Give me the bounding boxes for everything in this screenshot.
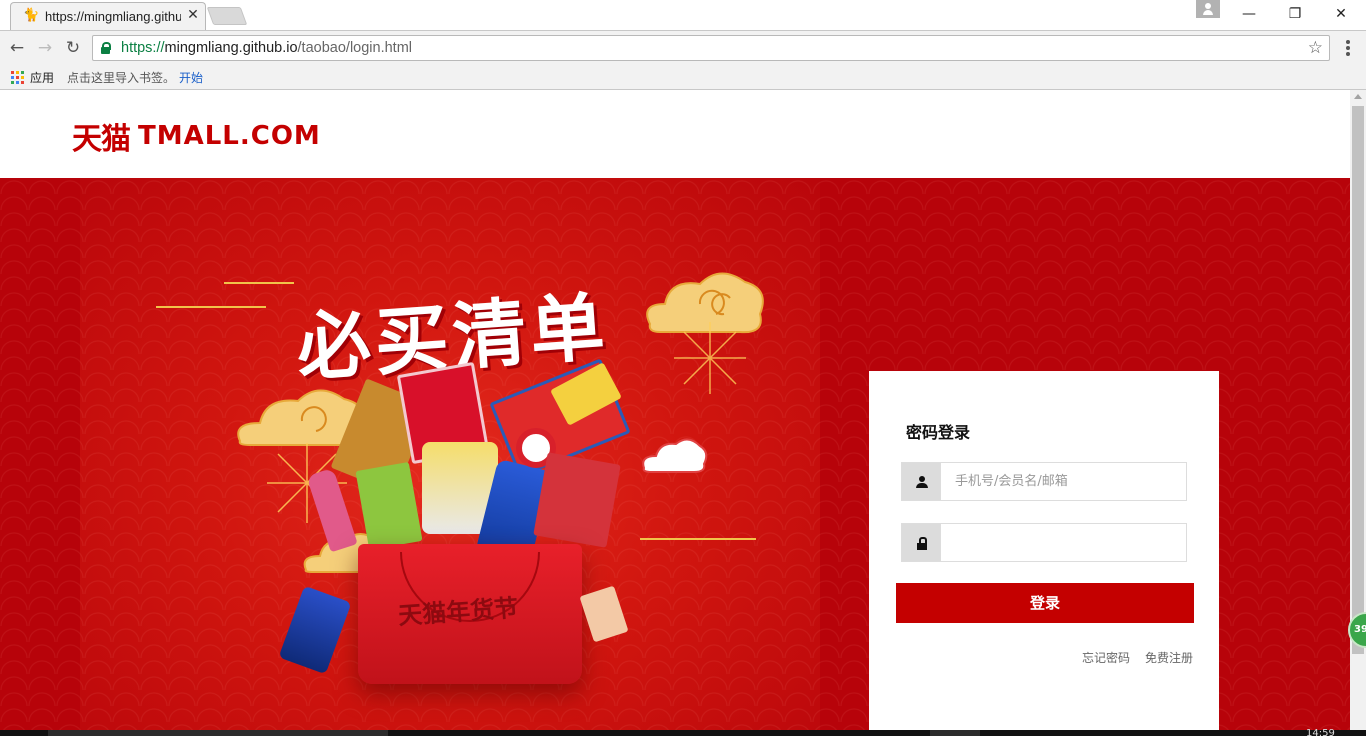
new-tab-button[interactable] — [206, 7, 248, 25]
browser-menu-icon[interactable] — [1338, 37, 1358, 59]
login-title: 密码登录 — [906, 423, 971, 442]
apps-grid-icon[interactable] — [11, 71, 24, 84]
product-box — [533, 452, 621, 548]
browser-toolbar: ← → ↻ https://mingmliang.github.io/taoba… — [0, 30, 1366, 64]
user-avatar-icon — [1203, 3, 1213, 15]
taskbar-item[interactable] — [48, 730, 388, 736]
forward-arrow-icon[interactable]: → — [34, 37, 56, 59]
url-text: https://mingmliang.github.io/taobao/logi… — [121, 40, 412, 56]
import-bookmarks-hint: 点击这里导入书签。 — [67, 71, 176, 85]
url-host: mingmliang.github.io — [164, 40, 298, 56]
start-import-link[interactable]: 开始 — [179, 69, 203, 86]
gold-ribbon-line — [640, 538, 756, 540]
password-input[interactable] — [941, 523, 1187, 562]
url-scheme: https:// — [121, 40, 165, 56]
tab-strip: 🐈 https://mingmliang.github.io/taobao/lo… — [0, 0, 1366, 30]
address-bar[interactable]: https://mingmliang.github.io/taobao/logi… — [92, 35, 1330, 61]
username-field — [901, 462, 1187, 501]
bookmarks-bar: 应用 点击这里导入书签。 开始 — [0, 64, 1366, 90]
site-header: 天猫 TMALL.COM — [0, 90, 1350, 178]
apps-label[interactable]: 应用 — [30, 69, 54, 86]
scroll-up-icon[interactable] — [1354, 94, 1362, 99]
promo-banner: 必买清单 天猫年货节 密码登录 登录 — [0, 178, 1350, 730]
logo-english: TMALL.COM — [138, 121, 321, 151]
login-button[interactable]: 登录 — [896, 583, 1194, 623]
browser-tab[interactable]: 🐈 https://mingmliang.github.io/taobao/lo… — [10, 2, 206, 30]
password-field — [901, 523, 1187, 562]
tmall-logo[interactable]: 天猫 TMALL.COM — [72, 118, 321, 157]
github-favicon-icon: 🐈 — [23, 8, 40, 23]
secure-lock-icon — [101, 42, 111, 54]
register-link[interactable]: 免费注册 — [1145, 649, 1193, 666]
os-taskbar: 14:59 — [0, 728, 1366, 739]
user-icon — [916, 476, 928, 488]
gold-ribbon-line — [156, 306, 266, 308]
scroll-thumb[interactable] — [1352, 106, 1364, 654]
forgot-password-link[interactable]: 忘记密码 — [1082, 649, 1130, 666]
firework-icon — [674, 322, 746, 394]
minimize-button[interactable]: — — [1226, 0, 1272, 28]
bookmark-star-icon[interactable]: ☆ — [1308, 38, 1323, 58]
taskbar-item[interactable] — [930, 730, 980, 736]
bag-text: 天猫年货节 — [397, 592, 520, 631]
taskbar-clock: 14:59 — [1306, 728, 1335, 739]
maximize-button[interactable]: ❐ — [1272, 0, 1318, 28]
reload-icon[interactable]: ↻ — [62, 37, 84, 59]
login-panel: 密码登录 登录 忘记密码 免费注册 — [869, 371, 1219, 730]
back-arrow-icon[interactable]: ← — [6, 37, 28, 59]
url-path: /taobao/login.html — [297, 40, 412, 56]
page-viewport: 天猫 TMALL.COM 必买清单 天猫年货节 密码登录 手机号/会员名/邮箱 … — [0, 90, 1350, 730]
username-input[interactable] — [941, 462, 1187, 501]
gift-bag: 天猫年货节 — [358, 544, 582, 684]
profile-button[interactable] — [1196, 0, 1220, 18]
gold-ribbon-line — [224, 282, 294, 284]
tab-title: https://mingmliang.github.io/taobao/logi… — [45, 9, 181, 24]
lock-icon — [917, 537, 927, 550]
close-tab-icon[interactable]: ✕ — [185, 7, 201, 23]
close-window-button[interactable]: ✕ — [1318, 0, 1364, 28]
username-field-icon-box — [901, 462, 941, 501]
white-cloud-icon — [642, 438, 708, 473]
password-field-icon-box — [901, 523, 941, 562]
logo-chinese: 天猫 — [72, 122, 131, 157]
